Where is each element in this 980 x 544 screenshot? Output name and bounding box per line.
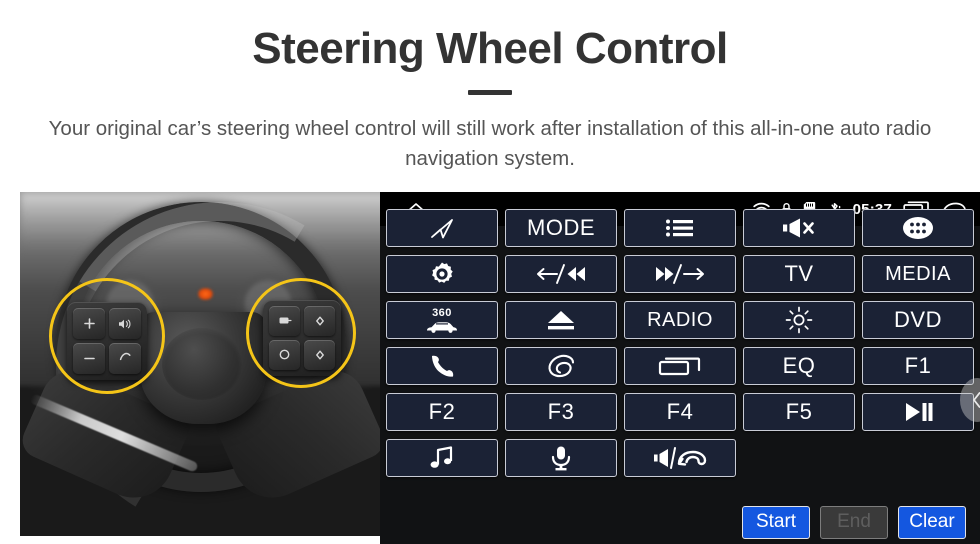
app-drawer-icon bbox=[903, 217, 933, 239]
screen-icon bbox=[658, 357, 701, 376]
btn-mute[interactable] bbox=[743, 209, 855, 247]
highlight-circle-left bbox=[49, 278, 165, 394]
btn-dvd[interactable]: DVD bbox=[862, 301, 974, 339]
car-radio-screen: 05:37 MODE bbox=[380, 192, 980, 544]
list-icon bbox=[666, 219, 693, 237]
btn-f4[interactable]: F4 bbox=[624, 393, 736, 431]
btn-screen[interactable] bbox=[624, 347, 736, 385]
phone-handset-icon bbox=[432, 355, 454, 377]
page-header: Steering Wheel Control Your original car… bbox=[0, 0, 980, 174]
btn-navigation[interactable] bbox=[386, 209, 498, 247]
btn-brightness[interactable] bbox=[743, 301, 855, 339]
microphone-icon bbox=[551, 446, 571, 471]
clear-button[interactable]: Clear bbox=[898, 505, 966, 539]
content-split: 05:37 MODE bbox=[0, 192, 980, 544]
car-360-icon: 360 bbox=[425, 306, 459, 333]
photo-bottom-margin bbox=[0, 536, 380, 544]
chevron-left-icon bbox=[973, 392, 980, 408]
label-360: 360 bbox=[432, 306, 452, 319]
btn-f1[interactable]: F1 bbox=[862, 347, 974, 385]
btn-microphone[interactable] bbox=[505, 439, 617, 477]
navigation-arrow-icon bbox=[431, 219, 453, 239]
btn-eject[interactable] bbox=[505, 301, 617, 339]
swirl-icon bbox=[548, 354, 575, 378]
start-button[interactable]: Start bbox=[742, 505, 810, 539]
page-root: Steering Wheel Control Your original car… bbox=[0, 0, 980, 544]
btn-apps[interactable] bbox=[862, 209, 974, 247]
page-subtitle: Your original car’s steering wheel contr… bbox=[48, 117, 932, 170]
speaker-hangup-icon bbox=[654, 447, 707, 469]
btn-radio[interactable]: RADIO bbox=[624, 301, 736, 339]
highlight-circle-right bbox=[246, 278, 356, 388]
btn-next[interactable] bbox=[624, 255, 736, 293]
btn-list[interactable] bbox=[624, 209, 736, 247]
power-gear-icon bbox=[432, 262, 453, 283]
btn-power[interactable] bbox=[386, 255, 498, 293]
steering-wheel-photo bbox=[0, 192, 380, 544]
steering-control-button-grid: MODE TV MEDIA 360 RADIO DVD EQ F1 F2 F3 … bbox=[380, 209, 980, 502]
btn-play-pause[interactable] bbox=[862, 393, 974, 431]
btn-media[interactable]: MEDIA bbox=[862, 255, 974, 293]
prev-track-icon bbox=[537, 264, 585, 284]
btn-previous[interactable] bbox=[505, 255, 617, 293]
music-note-icon bbox=[430, 446, 453, 468]
eject-icon bbox=[548, 311, 574, 330]
btn-f2[interactable]: F2 bbox=[386, 393, 498, 431]
end-button: End bbox=[820, 505, 888, 539]
btn-mode[interactable]: MODE bbox=[505, 209, 617, 247]
btn-phone[interactable] bbox=[386, 347, 498, 385]
btn-eq[interactable]: EQ bbox=[743, 347, 855, 385]
radio-action-bar: Start End Clear bbox=[380, 500, 980, 544]
btn-360-camera[interactable]: 360 bbox=[386, 301, 498, 339]
btn-music[interactable] bbox=[386, 439, 498, 477]
btn-f3[interactable]: F3 bbox=[505, 393, 617, 431]
steering-wheel-image bbox=[20, 192, 380, 536]
button-grid: MODE TV MEDIA 360 RADIO DVD EQ F1 F2 F3 … bbox=[380, 209, 980, 477]
brightness-icon bbox=[785, 306, 813, 334]
btn-tv[interactable]: TV bbox=[743, 255, 855, 293]
play-pause-icon bbox=[906, 403, 933, 421]
next-track-icon bbox=[656, 264, 704, 284]
btn-swirl[interactable] bbox=[505, 347, 617, 385]
title-divider bbox=[468, 90, 512, 96]
airbag-cover bbox=[162, 328, 242, 400]
page-title: Steering Wheel Control bbox=[252, 24, 728, 73]
btn-speaker-hangup[interactable] bbox=[624, 439, 736, 477]
photo-left-margin bbox=[0, 192, 20, 544]
speaker-mute-icon bbox=[783, 218, 814, 238]
btn-f5[interactable]: F5 bbox=[743, 393, 855, 431]
